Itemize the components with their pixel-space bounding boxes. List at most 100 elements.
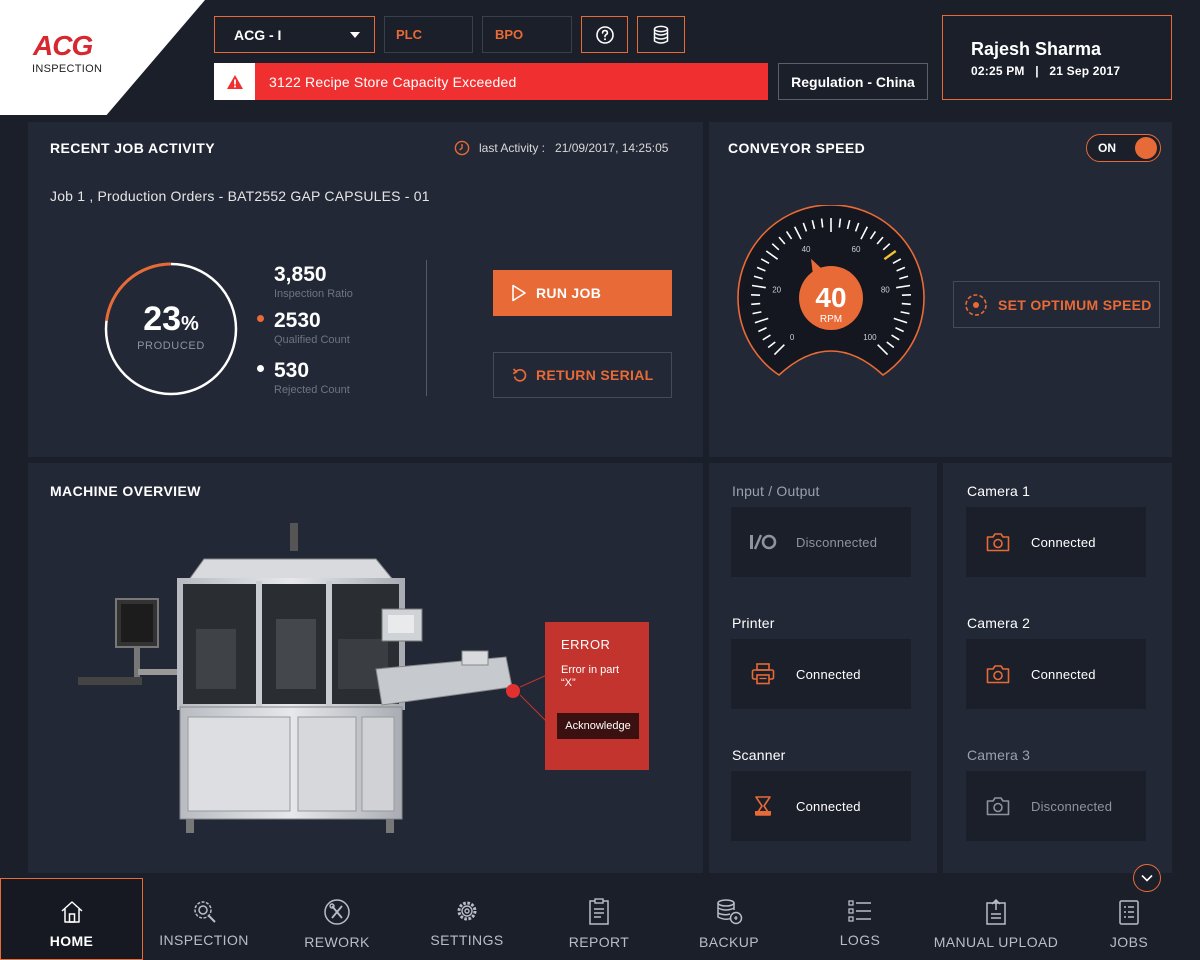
undo-icon (512, 368, 527, 382)
printer-label: Printer (732, 615, 775, 631)
run-job-label: RUN JOB (536, 285, 602, 301)
speed-gauge: 0 20 40 60 80 100 40 RPM (737, 205, 925, 377)
io-icon (749, 528, 777, 556)
nav-label: SETTINGS (430, 932, 504, 948)
devices-panel-left: Input / Output Disconnected Printer Conn… (709, 463, 937, 873)
machine-illustration (78, 523, 556, 833)
error-part-name: “X” (561, 677, 576, 689)
conveyor-toggle[interactable]: ON (1086, 134, 1161, 162)
nav-home[interactable]: HOME (0, 878, 143, 960)
panel-title: CONVEYOR SPEED (728, 140, 866, 156)
regulation-label: Regulation - China (791, 73, 915, 90)
regulation-button[interactable]: Regulation - China (778, 63, 928, 100)
nav-label: REWORK (304, 934, 370, 950)
logs-icon (848, 900, 871, 922)
plc-button[interactable]: PLC (384, 16, 473, 53)
nav-label: BACKUP (699, 934, 759, 950)
set-optimum-speed-button[interactable]: SET OPTIMUM SPEED (953, 281, 1160, 328)
report-icon (589, 898, 609, 925)
panel-title: MACHINE OVERVIEW (50, 483, 201, 499)
logo: ACG (33, 30, 93, 61)
nav-inspection[interactable]: INSPECTION (143, 878, 265, 960)
clock-icon (454, 140, 470, 156)
stat-label: Rejected Count (274, 384, 350, 396)
stat-value: 530 (274, 359, 310, 382)
line-select-dropdown[interactable]: ACG - I (214, 16, 375, 53)
bpo-button[interactable]: BPO (482, 16, 572, 53)
gauge-tick (820, 218, 824, 228)
inspection-icon (194, 901, 216, 923)
printer-status: Connected (796, 666, 861, 682)
camera1-label: Camera 1 (967, 483, 1031, 499)
percent-symbol: % (181, 313, 199, 335)
divider (426, 260, 427, 396)
home-icon (60, 901, 83, 923)
produced-label: PRODUCED (137, 340, 205, 352)
recent-job-activity-panel: RECENT JOB ACTIVITY last Activity : 21/0… (28, 122, 703, 457)
error-message-line: Error in part (561, 664, 620, 676)
error-card: ERROR Error in part “X” Acknowledge (545, 622, 649, 770)
warning-icon (226, 74, 243, 89)
nav-jobs[interactable]: JOBS (1072, 878, 1186, 960)
nav-label: INSPECTION (159, 932, 249, 948)
stat-label: Inspection Ratio (274, 288, 353, 300)
last-activity: last Activity : 21/09/2017, 14:25:05 (454, 140, 668, 156)
gauge-tick-label: 100 (863, 333, 877, 342)
play-icon (512, 284, 526, 302)
gauge-tick-label: 60 (852, 245, 861, 254)
database-button[interactable] (637, 16, 685, 53)
nav-settings[interactable]: SETTINGS (406, 878, 528, 960)
upload-icon (986, 898, 1006, 925)
user-info-box[interactable]: Rajesh Sharma 02:25 PM | 21 Sep 2017 (942, 15, 1172, 100)
camera2-status: Connected (1031, 666, 1096, 682)
help-icon (595, 25, 614, 44)
speed-value: 40 (815, 282, 846, 313)
nav-report[interactable]: REPORT (538, 878, 660, 960)
camera3-label: Camera 3 (967, 747, 1031, 763)
printer-status-card[interactable]: Connected (731, 639, 911, 709)
camera2-status-card[interactable]: Connected (966, 639, 1146, 709)
gauge-tick-label: 20 (772, 285, 781, 294)
logo-subtitle: INSPECTION (32, 63, 103, 75)
line-select-value: ACG - I (234, 26, 282, 43)
nav-manual-upload[interactable]: MANUAL UPLOAD (928, 878, 1064, 960)
stat-rejected-count: 530 Rejected Count (274, 359, 350, 396)
devices-panel-cameras: Camera 1 Connected Camera 2 Connected Ca… (943, 463, 1172, 873)
stat-value: 3,850 (274, 263, 327, 286)
produced-percent-value: 23 (143, 300, 182, 338)
camera3-status: Disconnected (1031, 798, 1113, 814)
machine-overview-panel: MACHINE OVERVIEW ERROR Error in part “X”… (28, 463, 703, 873)
camera3-status-card[interactable]: Disconnected (966, 771, 1146, 841)
nav-logs[interactable]: LOGS (799, 878, 921, 960)
run-job-button[interactable]: RUN JOB (493, 270, 672, 316)
nav-rework[interactable]: REWORK (276, 878, 398, 960)
error-title: ERROR (561, 637, 611, 652)
alert-bar[interactable]: 3122 Recipe Store Capacity Exceeded (214, 63, 768, 100)
conveyor-speed-panel: CONVEYOR SPEED ON 0 20 40 60 80 100 40 RPM SE… (709, 122, 1172, 457)
speed-unit: RPM (820, 314, 842, 325)
help-button[interactable] (581, 16, 628, 53)
gauge-tick (838, 218, 842, 228)
rejected-dot (257, 365, 264, 372)
nav-backup[interactable]: BACKUP (668, 878, 790, 960)
acknowledge-button[interactable]: Acknowledge (557, 713, 639, 739)
scanner-status-card[interactable]: Connected (731, 771, 911, 841)
machine-hood (187, 558, 396, 582)
alert-message: 3122 Recipe Store Capacity Exceeded (269, 73, 517, 90)
chevron-down-icon (350, 31, 360, 38)
scanner-icon (749, 792, 777, 820)
camera-icon (984, 660, 1012, 688)
toggle-label: ON (1098, 141, 1116, 155)
io-status: Disconnected (796, 534, 878, 550)
signal-tower (290, 523, 298, 551)
panel-title: RECENT JOB ACTIVITY (50, 140, 215, 156)
return-serial-button[interactable]: RETURN SERIAL (493, 352, 672, 398)
io-status-card[interactable]: Disconnected (731, 507, 911, 577)
header: ACG INSPECTION ACG - I PLC BPO 3122 Reci… (0, 0, 1200, 115)
return-serial-label: RETURN SERIAL (536, 367, 654, 383)
rework-icon (324, 899, 350, 925)
nav-label: JOBS (1109, 934, 1149, 950)
camera1-status-card[interactable]: Connected (966, 507, 1146, 577)
collapse-nav-button[interactable] (1133, 864, 1161, 892)
logo-background (0, 0, 205, 115)
